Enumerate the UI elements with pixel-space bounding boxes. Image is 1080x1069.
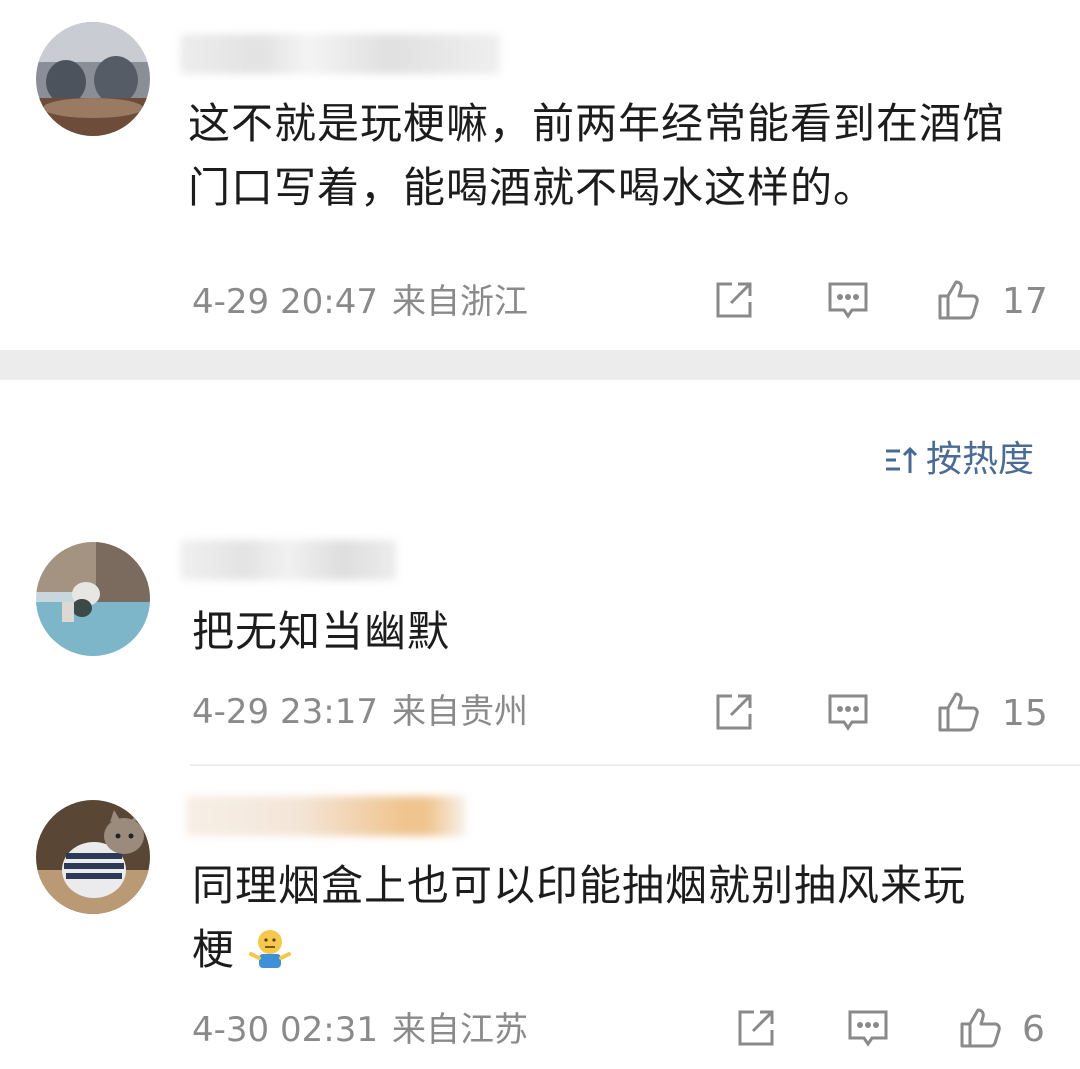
comment-text-fragment: 梗 bbox=[192, 925, 236, 974]
sort-toggle[interactable]: 按热度 bbox=[884, 440, 1034, 480]
comment-text-line: 这不就是玩梗嘛，前两年经常能看到在酒馆 bbox=[188, 99, 1006, 148]
comment-text: 把无知当幽默 bbox=[192, 600, 450, 664]
comment-meta: 4-29 20:47 来自浙江 bbox=[192, 282, 528, 322]
comment-icon bbox=[828, 694, 868, 731]
share-icon bbox=[716, 694, 752, 730]
comment-1: 这不就是玩梗嘛，前两年经常能看到在酒馆 门口写着，能喝酒就不喝水这样的。 4-2… bbox=[0, 0, 1080, 350]
comment-text-line: 把无知当幽默 bbox=[192, 607, 451, 656]
avatar[interactable] bbox=[36, 800, 150, 914]
comment-3: 同理烟盒上也可以印能抽烟就别抽风来玩 梗 4-30 02:31 来自江苏 6 bbox=[0, 770, 1080, 1069]
like-count: 15 bbox=[1002, 693, 1048, 734]
comment-location: 来自江苏 bbox=[391, 1010, 528, 1050]
comment-text: 同理烟盒上也可以印能抽烟就别抽风来玩 梗 bbox=[192, 854, 966, 982]
like-count: 6 bbox=[1022, 1009, 1045, 1050]
comment-button[interactable] bbox=[826, 278, 870, 322]
sort-label: 按热度 bbox=[925, 439, 1034, 480]
comment-button[interactable] bbox=[826, 690, 870, 734]
thumbs-up-icon bbox=[960, 1008, 1001, 1048]
shrug-emoji-icon bbox=[249, 930, 292, 968]
thumbs-up-icon bbox=[938, 280, 979, 320]
comment-text-line: 梗 bbox=[192, 918, 966, 982]
comment-time: 4-29 23:17 bbox=[192, 692, 378, 732]
comment-icon bbox=[828, 282, 868, 319]
sort-icon bbox=[885, 446, 918, 473]
comment-time: 4-29 20:47 bbox=[192, 282, 378, 322]
like-button[interactable] bbox=[936, 690, 980, 734]
username-blurred bbox=[180, 34, 500, 74]
comment-2: 把无知当幽默 4-29 23:17 来自贵州 15 bbox=[0, 530, 1080, 764]
like-button[interactable] bbox=[936, 278, 980, 322]
comment-text-line: 同理烟盒上也可以印能抽烟就别抽风来玩 bbox=[192, 861, 967, 910]
comment-meta: 4-29 23:17 来自贵州 bbox=[192, 692, 528, 732]
share-button[interactable] bbox=[712, 278, 756, 322]
section-separator bbox=[0, 350, 1080, 380]
comment-text: 这不就是玩梗嘛，前两年经常能看到在酒馆 门口写着，能喝酒就不喝水这样的。 bbox=[188, 92, 1005, 220]
username-blurred bbox=[180, 540, 396, 580]
username-blurred bbox=[186, 796, 466, 836]
avatar[interactable] bbox=[36, 542, 150, 656]
comment-meta: 4-30 02:31 来自江苏 bbox=[192, 1010, 528, 1050]
share-button[interactable] bbox=[734, 1006, 778, 1050]
share-button[interactable] bbox=[712, 690, 756, 734]
like-count: 17 bbox=[1002, 281, 1048, 322]
comment-button[interactable] bbox=[846, 1006, 890, 1050]
thumbs-up-icon bbox=[938, 692, 979, 732]
comment-icon bbox=[848, 1010, 888, 1047]
comment-location: 来自浙江 bbox=[391, 282, 528, 322]
share-icon bbox=[738, 1010, 774, 1046]
comment-text-line: 门口写着，能喝酒就不喝水这样的。 bbox=[188, 163, 877, 212]
share-icon bbox=[716, 282, 752, 318]
avatar[interactable] bbox=[36, 22, 150, 136]
comment-time: 4-30 02:31 bbox=[192, 1010, 378, 1050]
comment-divider bbox=[190, 764, 1080, 766]
comment-location: 来自贵州 bbox=[391, 692, 528, 732]
like-button[interactable] bbox=[958, 1006, 1002, 1050]
